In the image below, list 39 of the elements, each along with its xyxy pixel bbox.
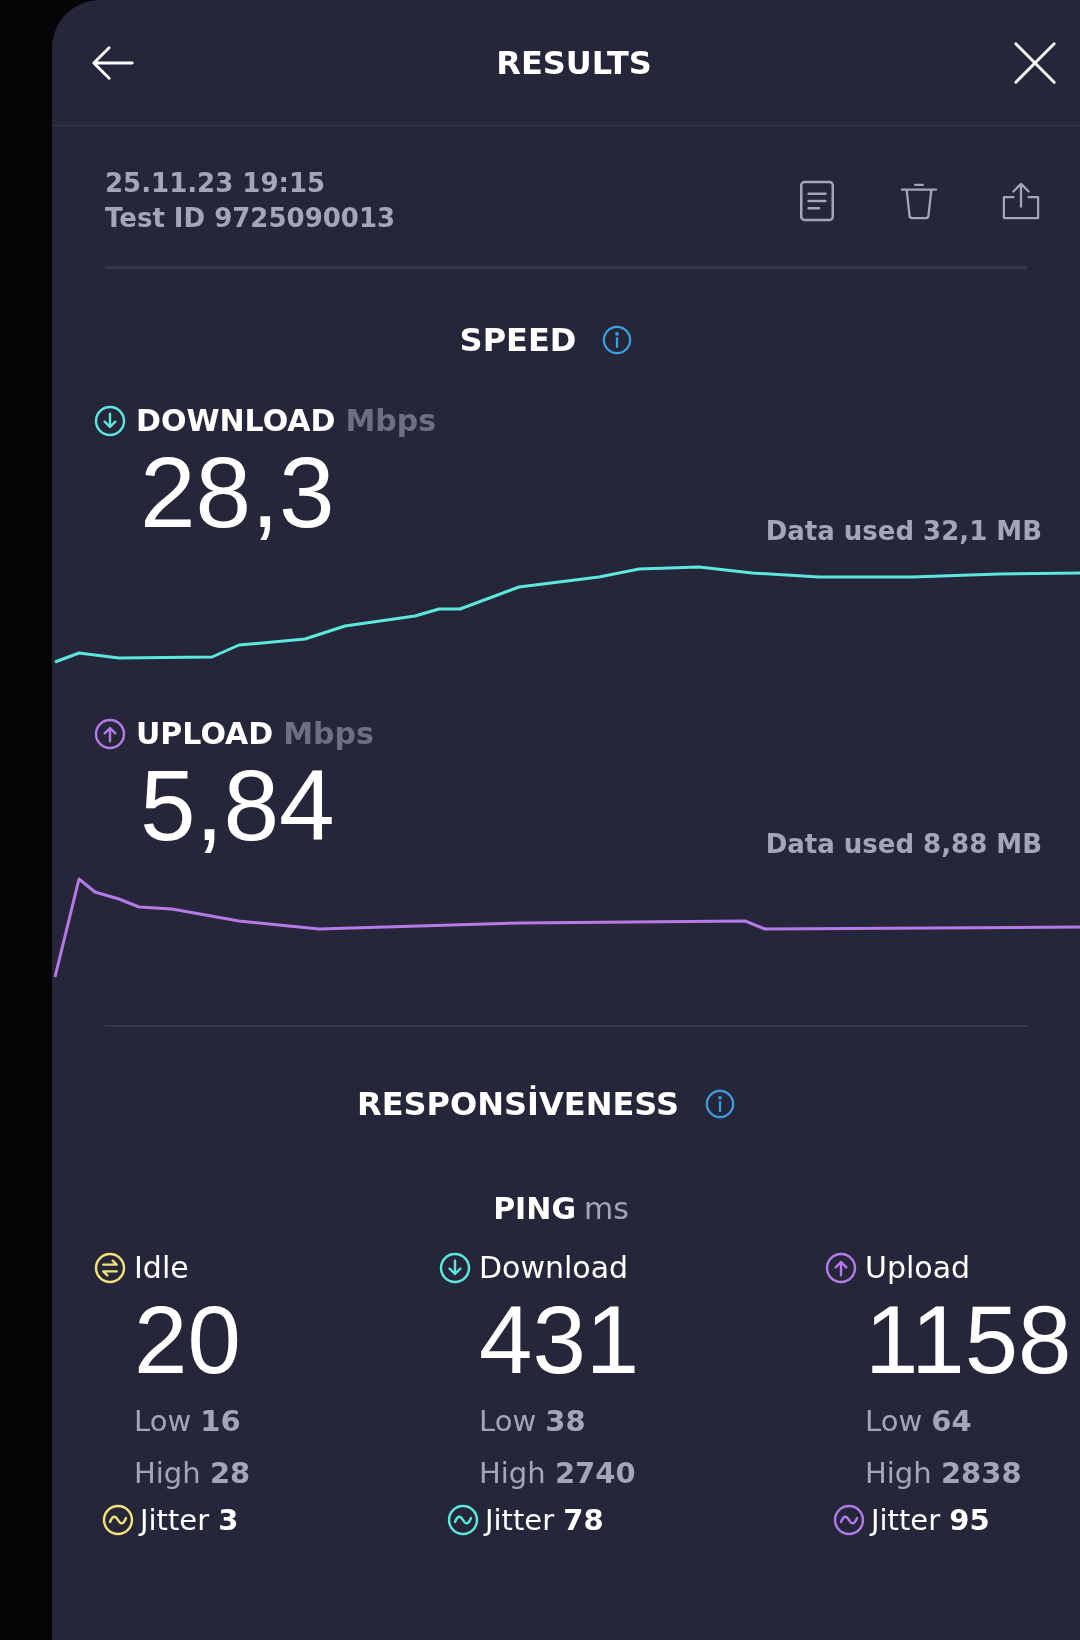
jitter-value: Jitter 78: [485, 1503, 604, 1537]
close-icon[interactable]: [1012, 39, 1058, 86]
unit-label: Mbps: [283, 716, 374, 751]
low-value: Low 16: [133, 1403, 242, 1440]
ping-type-label: Download: [479, 1250, 629, 1285]
ping-value: 20: [133, 1285, 242, 1395]
data-used-text: Data used 32,1 MB: [765, 516, 1042, 546]
unit-label: Mbps: [345, 403, 437, 438]
high-value: High 2838: [864, 1455, 1023, 1492]
ping-type-label: Upload: [865, 1250, 971, 1285]
jitter-value: Jitter 3: [140, 1503, 239, 1537]
high-value: High 2740: [478, 1455, 637, 1492]
swap-arrows-icon: [94, 1251, 126, 1284]
test-date: 25.11.23 19:15: [105, 167, 327, 200]
wave-icon: [447, 1504, 479, 1536]
document-icon[interactable]: [798, 180, 836, 222]
ping-value: 431: [478, 1285, 641, 1395]
low-value: Low 38: [478, 1403, 587, 1440]
responsiveness-heading: RESPONSİVENESS: [357, 1085, 679, 1123]
data-used-text: Data used 8,88 MB: [765, 829, 1042, 859]
speed-value: 5,84: [140, 751, 335, 859]
test-id: Test ID 9725090013: [105, 202, 396, 235]
wave-icon: [833, 1504, 865, 1536]
speed-value: 28,3: [140, 438, 335, 546]
high-value: High 28: [133, 1455, 252, 1492]
info-icon[interactable]: [602, 325, 633, 355]
metric-label: DOWNLOAD: [136, 403, 336, 438]
metric-label: UPLOAD: [136, 716, 274, 751]
speed-heading: SPEED: [459, 321, 577, 359]
ping-label: PING: [493, 1191, 576, 1226]
ping-type-label: Idle: [134, 1250, 189, 1285]
ping-value: 1158: [864, 1285, 1073, 1395]
info-icon[interactable]: [704, 1089, 735, 1119]
wave-icon: [102, 1504, 134, 1536]
jitter-value: Jitter 95: [871, 1503, 990, 1537]
low-value: Low 64: [864, 1403, 973, 1440]
share-icon[interactable]: [1002, 180, 1040, 222]
screen-title: RESULTS: [496, 43, 652, 82]
unit-label: ms: [584, 1191, 629, 1226]
